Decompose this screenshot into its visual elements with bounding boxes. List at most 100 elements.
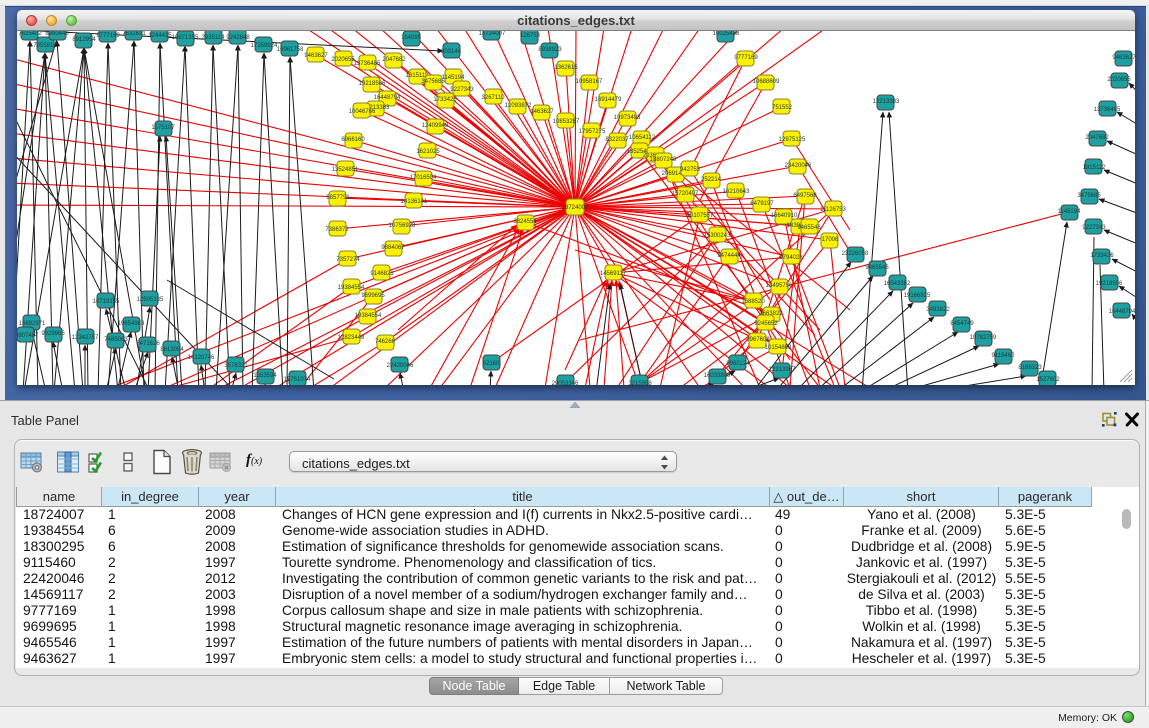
svg-text:10046766: 10046766 xyxy=(349,109,376,115)
svg-text:10853267: 10853267 xyxy=(553,119,580,125)
svg-text:16640910: 16640910 xyxy=(771,213,798,219)
svg-text:9857791: 9857791 xyxy=(326,195,350,201)
svg-text:14569117: 14569117 xyxy=(600,271,627,277)
svg-text:8471626: 8471626 xyxy=(136,341,160,347)
svg-text:15751074: 15751074 xyxy=(284,377,311,383)
svg-text:10107557: 10107557 xyxy=(687,213,714,219)
svg-text:1362615: 1362615 xyxy=(554,65,578,71)
svg-text:12975125: 12975125 xyxy=(779,137,806,143)
svg-text:16448794: 16448794 xyxy=(374,95,401,101)
svg-text:9463627: 9463627 xyxy=(304,53,328,59)
svg-text:1588520: 1588520 xyxy=(741,299,765,305)
svg-text:8813054: 8813054 xyxy=(160,347,184,353)
svg-text:10671355: 10671355 xyxy=(172,35,199,41)
svg-text:803144: 803144 xyxy=(441,49,462,55)
svg-text:9242848: 9242848 xyxy=(226,35,250,41)
svg-text:3824554: 3824554 xyxy=(513,219,537,225)
svg-text:16543362: 16543362 xyxy=(884,281,911,287)
svg-text:29053346: 29053346 xyxy=(552,381,579,385)
svg-text:3267110: 3267110 xyxy=(482,95,506,101)
svg-text:10688609: 10688609 xyxy=(753,79,780,85)
svg-text:10025438: 10025438 xyxy=(713,31,740,37)
svg-text:10782759: 10782759 xyxy=(970,335,997,341)
svg-text:2020655: 2020655 xyxy=(1107,77,1131,83)
svg-text:1244415: 1244415 xyxy=(148,33,172,39)
svg-text:13495756: 13495756 xyxy=(766,283,793,289)
svg-text:8186323: 8186323 xyxy=(1018,365,1042,371)
svg-text:10756928: 10756928 xyxy=(389,223,416,229)
svg-text:9329966: 9329966 xyxy=(41,331,65,337)
svg-text:12505135: 12505135 xyxy=(137,297,164,303)
svg-text:942753: 942753 xyxy=(680,167,701,173)
svg-text:7357274: 7357274 xyxy=(336,257,360,263)
svg-text:1463627: 1463627 xyxy=(530,109,554,115)
svg-text:15300243: 15300243 xyxy=(704,233,731,239)
svg-text:9474444: 9474444 xyxy=(717,253,741,259)
svg-text:8454749: 8454749 xyxy=(950,321,974,327)
svg-text:10154808: 10154808 xyxy=(765,345,792,351)
svg-text:9227343: 9227343 xyxy=(1082,225,1106,231)
svg-text:19218506: 19218506 xyxy=(1096,281,1123,287)
svg-text:1733426: 1733426 xyxy=(1090,253,1114,259)
svg-text:18724007: 18724007 xyxy=(562,205,589,211)
svg-text:2020655: 2020655 xyxy=(331,57,355,63)
svg-text:7485063: 7485063 xyxy=(104,337,128,343)
svg-text:8912954: 8912954 xyxy=(72,37,96,43)
svg-text:1575107: 1575107 xyxy=(151,125,175,131)
svg-text:10807487: 10807487 xyxy=(17,333,39,339)
svg-text:13736485: 13736485 xyxy=(354,61,381,67)
svg-text:746266: 746266 xyxy=(375,339,396,345)
svg-text:9115460: 9115460 xyxy=(992,353,1016,359)
svg-text:10719155: 10719155 xyxy=(93,299,120,305)
svg-text:3493822: 3493822 xyxy=(926,307,950,313)
svg-text:9465546: 9465546 xyxy=(797,225,821,231)
svg-text:16210643: 16210643 xyxy=(723,189,750,195)
svg-text:8990448: 8990448 xyxy=(45,31,69,37)
svg-text:23420046: 23420046 xyxy=(785,163,812,169)
svg-text:17359924: 17359924 xyxy=(251,43,278,49)
svg-text:252214: 252214 xyxy=(701,177,722,183)
svg-text:9777169: 9777169 xyxy=(96,33,120,39)
svg-text:3215958: 3215958 xyxy=(628,381,652,385)
svg-text:1621025: 1621025 xyxy=(416,149,440,155)
svg-text:10958167: 10958167 xyxy=(576,79,603,85)
svg-text:126753: 126753 xyxy=(520,33,541,39)
svg-text:9777169: 9777169 xyxy=(734,55,758,61)
svg-text:6479197: 6479197 xyxy=(750,201,774,207)
svg-text:23226058: 23226058 xyxy=(842,251,869,257)
svg-text:9884067: 9884067 xyxy=(381,245,405,251)
svg-text:2967608: 2967608 xyxy=(746,337,770,343)
svg-text:14136141: 14136141 xyxy=(401,199,428,205)
svg-text:8960124: 8960124 xyxy=(726,361,750,367)
svg-text:8938923: 8938923 xyxy=(538,47,562,53)
svg-text:17016504: 17016504 xyxy=(410,175,437,181)
svg-text:17957275: 17957275 xyxy=(579,129,606,135)
svg-text:1353594: 1353594 xyxy=(253,373,277,379)
svg-text:1145194: 1145194 xyxy=(1058,209,1082,215)
svg-text:19384554: 19384554 xyxy=(355,313,382,319)
svg-text:7386372: 7386372 xyxy=(325,227,349,233)
svg-text:22420046: 22420046 xyxy=(387,363,414,369)
svg-text:6497568: 6497568 xyxy=(793,193,817,199)
svg-text:3578321: 3578321 xyxy=(224,363,248,369)
svg-text:19166825: 19166825 xyxy=(904,293,931,299)
svg-text:9465546: 9465546 xyxy=(865,265,889,271)
svg-text:9146821: 9146821 xyxy=(370,271,394,277)
svg-text:16448794: 16448794 xyxy=(1109,309,1135,315)
svg-text:2047682: 2047682 xyxy=(1085,135,1109,141)
svg-text:12342757: 12342757 xyxy=(72,335,99,341)
svg-text:7625402: 7625402 xyxy=(18,31,42,37)
svg-text:16033809: 16033809 xyxy=(704,373,731,379)
svg-text:1815112: 1815112 xyxy=(1083,165,1107,171)
svg-text:9463627: 9463627 xyxy=(1112,55,1135,61)
svg-text:15720407: 15720407 xyxy=(672,191,699,197)
svg-text:2935114: 2935114 xyxy=(202,35,226,41)
svg-text:12409948: 12409948 xyxy=(422,123,449,129)
svg-text:1527602: 1527602 xyxy=(1036,377,1060,383)
svg-text:14120746: 14120746 xyxy=(188,355,215,361)
svg-text:18724007: 18724007 xyxy=(479,31,506,37)
svg-text:16961758: 16961758 xyxy=(277,47,304,53)
svg-text:751552: 751552 xyxy=(772,105,793,111)
svg-text:17006: 17006 xyxy=(822,237,839,243)
svg-text:10973493: 10973493 xyxy=(614,115,641,121)
